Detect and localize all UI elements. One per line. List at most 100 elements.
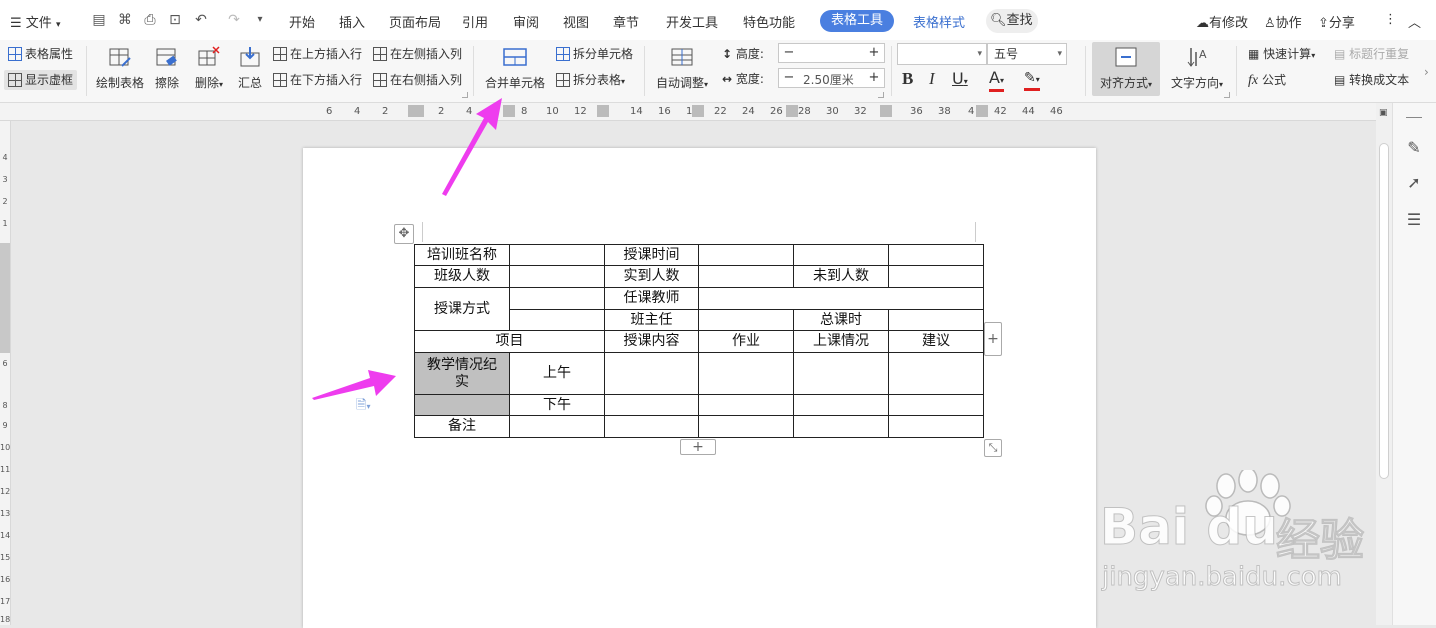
highlight-button[interactable]: ✎▾ (1024, 70, 1040, 91)
table-cell[interactable]: 班级人数 (414, 265, 510, 288)
tab-view[interactable]: 视图 (563, 12, 589, 31)
add-column-button[interactable]: + (984, 322, 1002, 356)
table-cell[interactable] (604, 415, 699, 438)
table-cell[interactable] (698, 265, 794, 288)
print-preview-icon[interactable]: ⊡ (167, 12, 183, 28)
table-cell[interactable]: 上午 (509, 352, 605, 395)
share-button[interactable]: ⇪分享 (1318, 12, 1355, 31)
print-icon[interactable]: ⎙ (142, 12, 158, 28)
table-cell[interactable]: 备注 (414, 415, 510, 438)
height-stepper[interactable]: − + (778, 43, 885, 63)
bold-button[interactable]: B (902, 70, 913, 87)
tab-chapter[interactable]: 章节 (613, 12, 639, 31)
table-cell[interactable] (509, 287, 605, 310)
collab-button[interactable]: ♙协作 (1264, 12, 1302, 31)
font-size-select[interactable]: 五号 ▾ (987, 43, 1067, 65)
table-cell[interactable] (888, 244, 984, 266)
show-grid-button[interactable]: 显示虚框 (4, 70, 78, 90)
pen-icon[interactable]: ✎ (1404, 138, 1424, 158)
table-cell[interactable] (888, 415, 984, 438)
merge-cells-button[interactable]: 合并单元格 (482, 46, 548, 91)
group-launcher-icon[interactable] (878, 92, 884, 98)
align-button[interactable]: 对齐方式▾ (1092, 42, 1160, 96)
horizontal-ruler[interactable]: 6 4 2 2 4 8 10 12 14 16 18 22 24 26 28 3… (0, 103, 1376, 121)
table-move-handle-icon[interactable]: ✥ (394, 224, 414, 244)
table-cell[interactable] (888, 394, 984, 416)
draw-table-button[interactable]: 绘制表格 (95, 46, 145, 91)
width-stepper[interactable]: − 2.50厘米 + (778, 68, 885, 88)
table-cell[interactable]: 项目 (414, 330, 605, 353)
save-icon[interactable]: ▤ (91, 12, 107, 28)
insert-col-left-button[interactable]: 在左侧插入列 (373, 46, 462, 62)
table-cell[interactable] (793, 244, 889, 266)
tab-insert[interactable]: 插入 (339, 12, 365, 31)
panel-collapse-line[interactable] (1406, 117, 1422, 118)
erase-button[interactable]: 擦除 (153, 46, 181, 91)
ruler-marker[interactable] (597, 105, 609, 117)
tab-page-layout[interactable]: 页面布局 (389, 12, 441, 31)
insert-row-below-button[interactable]: 在下方插入行 (273, 72, 362, 88)
undo-icon[interactable]: ↶ (193, 12, 209, 28)
italic-button[interactable]: I (929, 70, 935, 87)
table-cell[interactable]: 班主任 (604, 309, 699, 331)
scroll-top-icon[interactable]: ▣ (1379, 108, 1389, 118)
modified-button[interactable]: ☁有修改 (1196, 12, 1248, 31)
group-launcher-icon[interactable] (1224, 92, 1230, 98)
table-props-button[interactable]: 表格属性 (8, 46, 73, 62)
table-cell[interactable]: 任课教师 (604, 287, 699, 310)
cursor-select-icon[interactable]: ➚ (1404, 173, 1424, 193)
table-cell[interactable] (793, 394, 889, 416)
table-cell[interactable]: 培训班名称 (414, 244, 510, 266)
redo-icon[interactable]: ↷ (226, 12, 242, 28)
table-cell[interactable] (509, 244, 605, 266)
table-cell[interactable] (604, 352, 699, 395)
table-cell[interactable] (888, 265, 984, 288)
table-cell[interactable] (698, 394, 794, 416)
add-row-button[interactable]: + (680, 439, 716, 455)
tab-review[interactable]: 审阅 (513, 12, 539, 31)
file-menu[interactable]: ☰ 文件 ▾ (10, 12, 60, 31)
table-cell[interactable]: 授课方式 (414, 287, 510, 331)
table-cell-selected[interactable]: 教学情况纪实 (414, 352, 510, 395)
search-button[interactable]: 🔍︎查找 (986, 9, 1038, 33)
plus-icon[interactable]: + (864, 69, 884, 87)
split-table-button[interactable]: 拆分表格▾ (556, 72, 625, 90)
table-cell[interactable] (698, 287, 984, 310)
auto-adjust-button[interactable]: 自动调整▾ (653, 46, 711, 91)
table-cell[interactable]: 实到人数 (604, 265, 699, 288)
quick-calc-button[interactable]: ▦ 快速计算▾ (1248, 46, 1315, 64)
split-cell-button[interactable]: 拆分单元格 (556, 46, 633, 62)
font-family-select[interactable]: ▾ (897, 43, 987, 65)
table-cell[interactable] (793, 415, 889, 438)
insert-col-right-button[interactable]: 在右侧插入列 (373, 72, 462, 88)
table-cell[interactable]: 下午 (509, 394, 605, 416)
ribbon-scroll-icon[interactable]: › (1424, 64, 1429, 80)
table-cell[interactable] (698, 244, 794, 266)
table-resize-handle-icon[interactable]: ⤡ (984, 439, 1002, 457)
scrollbar-thumb[interactable] (1379, 143, 1389, 479)
more-menu-icon[interactable]: ⋮ (1384, 12, 1397, 27)
tab-table-style[interactable]: 表格样式 (913, 12, 965, 31)
group-launcher-icon[interactable] (462, 92, 468, 98)
text-direction-button[interactable]: A 文字方向▾ (1168, 46, 1226, 91)
table-cell[interactable] (698, 415, 794, 438)
table-cell-selected[interactable] (414, 394, 510, 416)
paste-options-icon[interactable]: 🗎︎▾ (356, 396, 370, 418)
underline-button[interactable]: U▾ (952, 71, 968, 90)
table-cell[interactable] (509, 415, 605, 438)
header-repeat-button[interactable]: ▤ 标题行重复 (1334, 46, 1409, 62)
formula-button[interactable]: fx 公式 (1248, 72, 1286, 89)
table-cell[interactable]: 总课时 (793, 309, 889, 331)
ruler-marker[interactable] (692, 105, 704, 117)
table-cell[interactable] (698, 352, 794, 395)
ruler-marker[interactable] (786, 105, 798, 117)
table-cell[interactable]: 授课时间 (604, 244, 699, 266)
tab-references[interactable]: 引用 (462, 12, 488, 31)
table-cell[interactable] (604, 394, 699, 416)
delete-button[interactable]: 删除▾ (191, 46, 227, 91)
insert-row-above-button[interactable]: 在上方插入行 (273, 46, 362, 62)
table-cell[interactable]: 未到人数 (793, 265, 889, 288)
format-painter-icon[interactable]: ⌘ (117, 12, 133, 28)
table-cell[interactable] (698, 309, 794, 331)
table-cell[interactable] (509, 265, 605, 288)
